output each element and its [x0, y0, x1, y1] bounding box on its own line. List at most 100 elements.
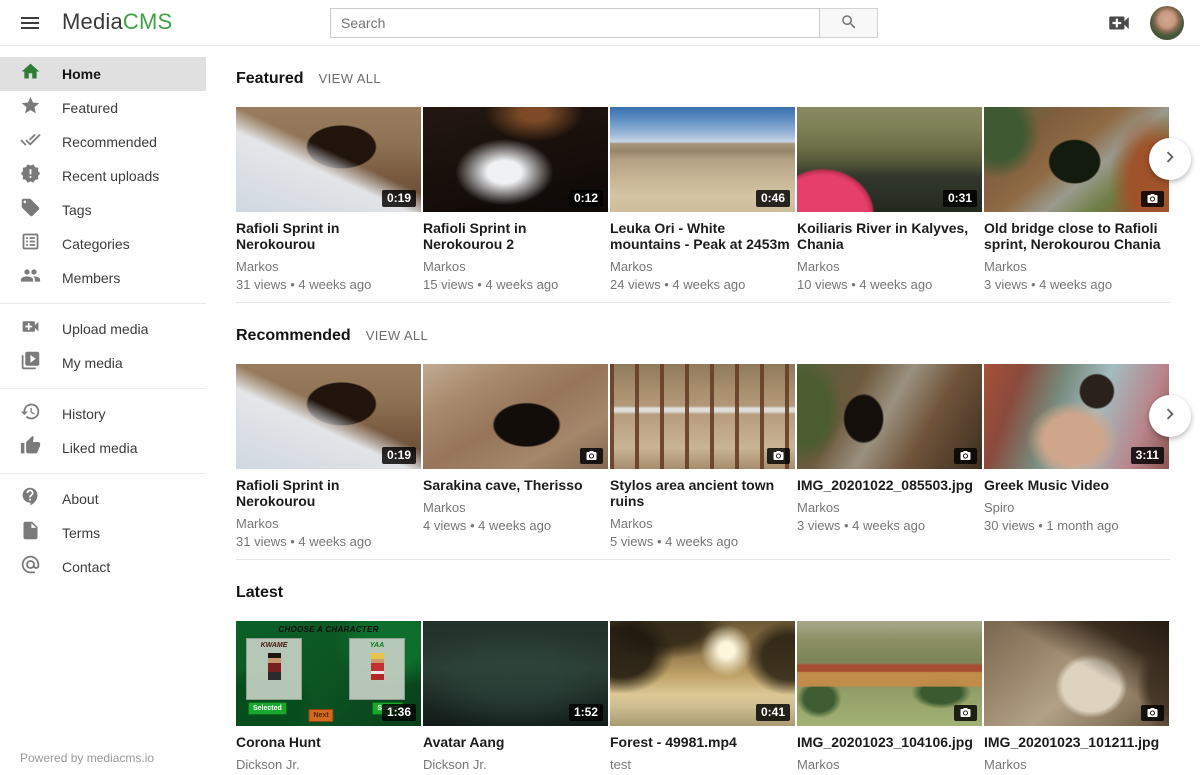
sidebar-item-recent-uploads[interactable]: Recent uploads: [0, 159, 206, 193]
carousel-next-button[interactable]: [1149, 395, 1191, 437]
sidebar-item-home[interactable]: Home: [0, 57, 206, 91]
video-thumbnail[interactable]: 0:41: [610, 621, 795, 726]
app-logo[interactable]: MediaCMS: [62, 9, 172, 35]
media-author[interactable]: Dickson Jr.: [236, 757, 421, 772]
sidebar-label: Liked media: [62, 440, 138, 456]
video-thumbnail[interactable]: 1:52: [423, 621, 608, 726]
view-all-link[interactable]: VIEW ALL: [366, 328, 428, 343]
media-card[interactable]: 0:31 Koiliaris River in Kalyves, Chania …: [797, 107, 982, 292]
duration-badge: 0:12: [569, 190, 603, 207]
media-title[interactable]: IMG_20201022_085503.jpg: [797, 477, 982, 493]
sidebar-item-tags[interactable]: Tags: [0, 193, 206, 227]
media-meta: 5 views • 4 weeks ago: [610, 534, 795, 549]
media-author[interactable]: Markos: [236, 259, 421, 274]
sidebar-item-history[interactable]: History: [0, 397, 206, 431]
header-actions: [1106, 0, 1184, 46]
search-button[interactable]: [820, 8, 878, 38]
media-author[interactable]: Markos: [423, 500, 608, 515]
media-card[interactable]: CHOOSE A CHARACTER KWAME YAA Selected Ne…: [236, 621, 421, 775]
media-author[interactable]: Markos: [797, 500, 982, 515]
image-thumbnail[interactable]: [797, 364, 982, 469]
sidebar-item-terms[interactable]: Terms: [0, 516, 206, 550]
sidebar-item-recommended[interactable]: Recommended: [0, 125, 206, 159]
logo-text-media: Media: [62, 9, 123, 34]
media-author[interactable]: Markos: [236, 516, 421, 531]
image-thumbnail[interactable]: [610, 364, 795, 469]
media-author[interactable]: Spiro: [984, 500, 1169, 515]
media-title[interactable]: IMG_20201023_101211.jpg: [984, 734, 1169, 750]
media-title[interactable]: Corona Hunt: [236, 734, 421, 750]
media-title[interactable]: Old bridge close to Rafioli sprint, Nero…: [984, 220, 1169, 252]
media-title[interactable]: Sarakina cave, Therisso: [423, 477, 608, 493]
media-author[interactable]: Markos: [610, 516, 795, 531]
media-card[interactable]: Stylos area ancient town ruins Markos 5 …: [610, 364, 795, 549]
media-card[interactable]: 0:12 Rafioli Sprint in Nerokourou 2 Mark…: [423, 107, 608, 292]
divider: [0, 473, 206, 474]
media-card[interactable]: 0:41 Forest - 49981.mp4 test 17 views • …: [610, 621, 795, 775]
media-card[interactable]: IMG_20201023_104106.jpg Markos 4 views •…: [797, 621, 982, 775]
media-title[interactable]: Rafioli Sprint in Nerokourou: [236, 477, 421, 509]
user-avatar[interactable]: [1150, 6, 1184, 40]
media-title[interactable]: Rafioli Sprint in Nerokourou 2: [423, 220, 608, 252]
image-thumbnail[interactable]: [984, 107, 1169, 212]
chevron-right-icon: [1159, 403, 1181, 430]
media-title[interactable]: IMG_20201023_104106.jpg: [797, 734, 982, 750]
media-title[interactable]: Leuka Ori - White mountains - Peak at 24…: [610, 220, 795, 252]
media-title[interactable]: Avatar Aang: [423, 734, 608, 750]
media-title[interactable]: Rafioli Sprint in Nerokourou: [236, 220, 421, 252]
video-thumbnail[interactable]: 0:19: [236, 107, 421, 212]
star-icon: [20, 95, 41, 121]
media-card[interactable]: IMG_20201023_101211.jpg Markos 4 views •…: [984, 621, 1169, 775]
media-author[interactable]: Markos: [984, 757, 1169, 772]
sidebar-item-contact[interactable]: Contact: [0, 550, 206, 584]
media-author[interactable]: Dickson Jr.: [423, 757, 608, 772]
media-card[interactable]: 3:11 Greek Music Video Spiro 30 views • …: [984, 364, 1169, 549]
media-card[interactable]: Old bridge close to Rafioli sprint, Nero…: [984, 107, 1169, 292]
media-title[interactable]: Greek Music Video: [984, 477, 1169, 493]
carousel-next-button[interactable]: [1149, 138, 1191, 180]
media-card[interactable]: 1:52 Avatar Aang Dickson Jr. 12 views • …: [423, 621, 608, 775]
sidebar-item-liked-media[interactable]: Liked media: [0, 431, 206, 465]
image-thumbnail[interactable]: [984, 621, 1169, 726]
menu-icon[interactable]: [18, 11, 42, 35]
image-thumbnail[interactable]: [423, 364, 608, 469]
media-author[interactable]: Markos: [797, 259, 982, 274]
media-author[interactable]: Markos: [797, 757, 982, 772]
sidebar-item-categories[interactable]: Categories: [0, 227, 206, 261]
media-author[interactable]: Markos: [984, 259, 1169, 274]
sidebar-label: Tags: [62, 202, 92, 218]
media-meta: 31 views • 4 weeks ago: [236, 277, 421, 292]
sidebar-item-featured[interactable]: Featured: [0, 91, 206, 125]
media-card[interactable]: 0:46 Leuka Ori - White mountains - Peak …: [610, 107, 795, 292]
media-card[interactable]: Sarakina cave, Therisso Markos 4 views •…: [423, 364, 608, 549]
search-input[interactable]: [330, 8, 820, 38]
video-thumbnail[interactable]: CHOOSE A CHARACTER KWAME YAA Selected Ne…: [236, 621, 421, 726]
sidebar-item-upload-media[interactable]: Upload media: [0, 312, 206, 346]
sidebar-item-my-media[interactable]: My media: [0, 346, 206, 380]
video-thumbnail[interactable]: 0:46: [610, 107, 795, 212]
video-call-icon: [20, 316, 41, 342]
image-thumbnail[interactable]: [797, 621, 982, 726]
media-author[interactable]: Markos: [610, 259, 795, 274]
view-all-link[interactable]: VIEW ALL: [319, 71, 381, 86]
media-author[interactable]: test: [610, 757, 795, 772]
media-card[interactable]: 0:19 Rafioli Sprint in Nerokourou Markos…: [236, 364, 421, 549]
chevron-right-icon: [1159, 146, 1181, 173]
video-thumbnail[interactable]: 3:11: [984, 364, 1169, 469]
media-title[interactable]: Koiliaris River in Kalyves, Chania: [797, 220, 982, 252]
video-thumbnail[interactable]: 0:19: [236, 364, 421, 469]
search-icon: [840, 13, 858, 34]
video-thumbnail[interactable]: 0:12: [423, 107, 608, 212]
sidebar-item-members[interactable]: Members: [0, 261, 206, 295]
sidebar-item-about[interactable]: About: [0, 482, 206, 516]
media-card[interactable]: IMG_20201022_085503.jpg Markos 3 views •…: [797, 364, 982, 549]
video-upload-icon[interactable]: [1106, 10, 1132, 36]
media-author[interactable]: Markos: [423, 259, 608, 274]
media-card[interactable]: 0:19 Rafioli Sprint in Nerokourou Markos…: [236, 107, 421, 292]
duration-badge: 0:31: [943, 190, 977, 207]
duration-badge: 1:52: [569, 704, 603, 721]
video-thumbnail[interactable]: 0:31: [797, 107, 982, 212]
media-title[interactable]: Forest - 49981.mp4: [610, 734, 795, 750]
media-title[interactable]: Stylos area ancient town ruins: [610, 477, 795, 509]
powered-by-link[interactable]: Powered by mediacms.io: [20, 751, 154, 765]
